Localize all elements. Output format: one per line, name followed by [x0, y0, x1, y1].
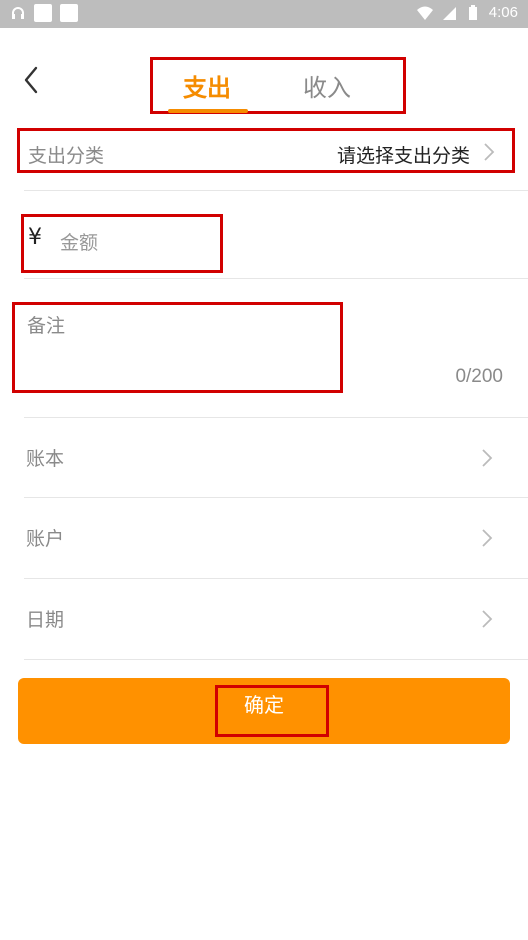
divider	[24, 190, 528, 191]
ledger-label: 账本	[26, 448, 65, 470]
amount-field[interactable]: ¥ 金额	[21, 214, 223, 273]
chevron-right-icon	[482, 529, 493, 547]
account-label: 账户	[26, 528, 65, 550]
category-selector[interactable]: 支出分类 请选择支出分类	[17, 128, 515, 173]
status-time: 4:06	[488, 4, 518, 21]
chevron-right-icon	[484, 143, 495, 161]
divider	[24, 578, 528, 579]
note-placeholder: 备注	[27, 315, 66, 337]
app-square-icon	[60, 4, 78, 22]
row-date[interactable]: 日期	[0, 589, 528, 649]
chevron-right-icon	[482, 449, 493, 467]
headset-icon	[12, 7, 24, 19]
back-arrow-icon[interactable]	[20, 64, 46, 96]
divider	[24, 497, 528, 498]
confirm-label: 确定	[244, 693, 284, 717]
currency-symbol: ¥	[28, 225, 42, 250]
wifi-icon	[416, 6, 433, 20]
row-ledger[interactable]: 账本	[0, 428, 528, 488]
type-tabs: 支出 收入	[150, 57, 406, 114]
note-counter: 0/200	[455, 366, 503, 387]
amount-placeholder: 金额	[60, 232, 99, 254]
status-bar: 4:06	[0, 0, 528, 28]
row-account[interactable]: 账户	[0, 508, 528, 568]
category-value: 请选择支出分类	[336, 145, 470, 167]
divider	[24, 278, 528, 279]
chevron-right-icon	[482, 610, 493, 628]
app-square-icon	[34, 4, 52, 22]
signal-icon	[442, 6, 456, 20]
confirm-button[interactable]: 确定	[18, 678, 510, 744]
tab-indicator	[168, 109, 248, 113]
category-label: 支出分类	[28, 145, 105, 167]
battery-icon	[468, 4, 477, 20]
tab-income[interactable]: 收入	[303, 68, 351, 103]
divider	[24, 417, 528, 418]
date-label: 日期	[26, 609, 65, 631]
divider	[24, 659, 528, 660]
note-field[interactable]: 备注	[12, 302, 343, 393]
tab-expense[interactable]: 支出	[183, 68, 231, 103]
